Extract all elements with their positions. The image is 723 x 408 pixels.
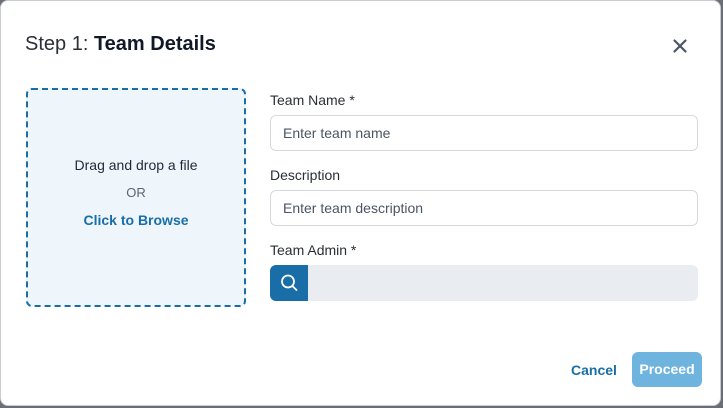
dropzone-drag-text: Drag and drop a file [74, 157, 198, 173]
team-admin-field [270, 265, 698, 301]
browse-link[interactable]: Click to Browse [28, 212, 244, 228]
dialog-title: Step 1: Team Details [25, 33, 216, 56]
dialog-title-text: Team Details [93, 33, 216, 55]
team-admin-input[interactable] [308, 265, 698, 301]
team-name-input[interactable] [270, 115, 698, 151]
team-details-dialog: Step 1: Team Details Drag and drop a fil… [0, 0, 721, 406]
search-icon [281, 274, 298, 291]
close-icon [673, 39, 687, 53]
team-name-label: Team Name * [270, 92, 355, 108]
description-input[interactable] [270, 190, 698, 226]
team-admin-label: Team Admin * [270, 242, 357, 258]
step-label: Step 1: [25, 33, 89, 55]
file-dropzone[interactable]: Drag and drop a file OR Click to Browse [26, 88, 246, 307]
cancel-button[interactable]: Cancel [563, 357, 625, 383]
description-label: Description [270, 167, 341, 183]
dropzone-or-text: OR [126, 185, 146, 200]
close-button[interactable] [668, 34, 692, 58]
admin-search-button[interactable] [270, 265, 308, 301]
proceed-button[interactable]: Proceed [632, 352, 702, 387]
